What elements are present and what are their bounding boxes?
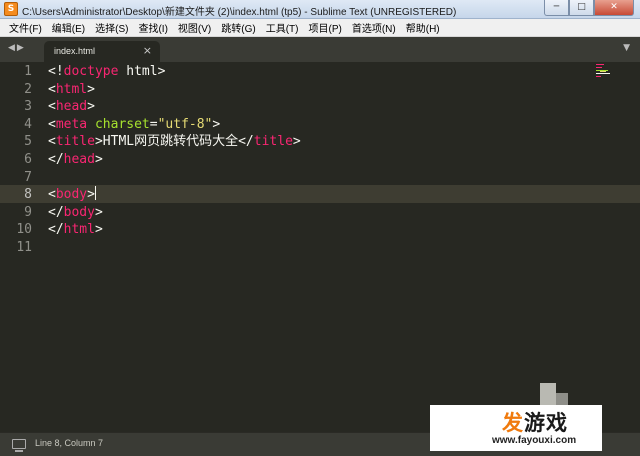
code-token: html: [55, 81, 88, 97]
code-token: >: [87, 81, 95, 97]
code-token: title: [55, 134, 95, 150]
sublime-app-icon[interactable]: S: [4, 2, 18, 16]
code-token: >: [94, 134, 103, 150]
code-line[interactable]: </body>: [48, 204, 103, 222]
code-token: >: [94, 222, 103, 238]
line-number: 8: [24, 187, 32, 203]
menu-bar: 文件(F) 编辑(E) 选择(S) 查找(I) 视图(V) 跳转(G) 工具(T…: [0, 19, 640, 37]
minimize-button[interactable]: ─: [544, 0, 569, 16]
menu-project[interactable]: 项目(P): [304, 20, 347, 35]
code-token: <: [48, 187, 56, 203]
code-line[interactable]: <!doctype html>: [48, 63, 165, 81]
maximize-button[interactable]: □: [569, 0, 594, 16]
code-token: HTML网页跳转代码大全: [102, 134, 239, 150]
code-token: =: [149, 116, 158, 132]
pixelated-block: [540, 383, 556, 405]
close-button[interactable]: ✕: [594, 0, 634, 16]
code-token: <!: [48, 64, 64, 79]
tab-list-dropdown-icon[interactable]: ▼: [623, 43, 630, 53]
code-token: >: [157, 64, 166, 79]
code-token: >: [94, 152, 103, 167]
code-token: charset: [94, 116, 150, 132]
line-number: 2: [24, 81, 32, 97]
code-token: <: [48, 134, 56, 150]
menu-selection[interactable]: 选择(S): [90, 20, 133, 35]
line-number: 1: [24, 64, 32, 79]
line-number: 3: [24, 99, 32, 115]
line-number: 7: [24, 169, 32, 185]
code-token: </: [238, 134, 254, 150]
tab-nav-arrows-icon[interactable]: ◀▶: [8, 43, 26, 53]
code-token: >: [87, 99, 95, 115]
code-token: body: [63, 204, 95, 220]
code-line[interactable]: <body>: [48, 186, 96, 204]
code-token: head: [55, 99, 88, 115]
code-line[interactable]: <title>HTML网页跳转代码大全</title>: [48, 133, 301, 151]
watermark: 发游戏 www.fayouxi.com: [430, 383, 602, 451]
code-token: </: [48, 204, 64, 220]
line-number: 11: [16, 240, 32, 255]
code-token: html: [63, 222, 95, 238]
code-token: <: [48, 99, 56, 115]
code-token: "utf-8": [157, 116, 213, 132]
code-line[interactable]: <head>: [48, 98, 95, 116]
console-toggle-icon[interactable]: [12, 439, 26, 452]
menu-edit[interactable]: 编辑(E): [47, 20, 90, 35]
code-token: <: [48, 81, 56, 97]
menu-preferences[interactable]: 首选项(N): [347, 20, 401, 35]
window-controls: ─ □ ✕: [544, 0, 634, 18]
minimap[interactable]: [596, 62, 626, 82]
line-number: 5: [24, 134, 32, 150]
window-title: C:\Users\Administrator\Desktop\新建文件夹 (2)…: [22, 7, 457, 18]
tab-bar: ◀▶ index.html × ▼: [0, 37, 640, 62]
tab-close-icon[interactable]: ×: [143, 44, 152, 57]
code-token: >: [87, 187, 95, 203]
code-token: <: [48, 116, 56, 132]
menu-file[interactable]: 文件(F): [4, 20, 47, 35]
menu-tools[interactable]: 工具(T): [261, 20, 304, 35]
line-number: 4: [24, 116, 32, 132]
menu-find[interactable]: 查找(I): [133, 20, 172, 35]
code-line[interactable]: <html>: [48, 81, 95, 99]
code-editor[interactable]: 1 2 3 4 5 6 7 8 9 10 11 <!doctype html> <html> <head…: [0, 62, 640, 432]
code-token: html: [118, 64, 158, 79]
code-token: >: [212, 116, 221, 132]
code-token: >: [94, 204, 103, 220]
line-number: 9: [24, 204, 32, 220]
code-token: meta: [55, 116, 88, 132]
code-token: title: [253, 134, 293, 150]
code-token: </: [48, 222, 64, 238]
code-token: head: [63, 152, 95, 167]
watermark-url: www.fayouxi.com: [492, 435, 577, 446]
text-cursor: [94, 186, 96, 201]
tab-label: index.html: [54, 46, 96, 56]
menu-view[interactable]: 视图(V): [173, 20, 216, 35]
code-line[interactable]: </html>: [48, 221, 103, 239]
line-number: 6: [24, 152, 32, 167]
code-line[interactable]: <meta charset="utf-8">: [48, 116, 220, 134]
code-token: doctype: [63, 64, 119, 79]
line-number: 10: [16, 222, 32, 238]
watermark-logo: 发游戏: [502, 411, 568, 435]
code-line[interactable]: </head>: [48, 151, 103, 169]
menu-help[interactable]: 帮助(H): [401, 20, 445, 35]
pixelated-block: [556, 393, 568, 405]
current-line-highlight: [0, 185, 640, 203]
tab-index-html[interactable]: index.html ×: [44, 41, 160, 62]
code-token: body: [55, 187, 88, 203]
code-token: </: [48, 152, 64, 167]
code-token: >: [292, 134, 301, 150]
menu-goto[interactable]: 跳转(G): [216, 20, 260, 35]
title-bar[interactable]: S C:\Users\Administrator\Desktop\新建文件夹 (…: [0, 0, 640, 19]
cursor-position: Line 8, Column 7: [35, 438, 104, 448]
